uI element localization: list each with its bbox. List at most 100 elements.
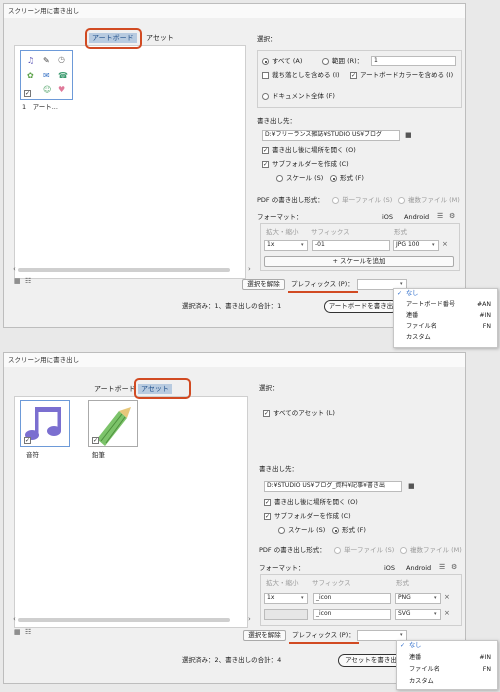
select-all-label: すべて (A) [272, 57, 303, 65]
export-path-field[interactable]: D:¥フリーランス雑誌¥STUDIO US¥ブログ [262, 130, 400, 141]
pdf-single-radio[interactable] [332, 197, 339, 204]
highlight-artboard-tab [85, 28, 142, 49]
tab-artboards[interactable]: アートボード [91, 384, 139, 394]
scale-radio[interactable] [276, 175, 283, 182]
dialog-title: スクリーン用に書き出し [4, 353, 465, 367]
export-assets-button[interactable]: アセットを書き出 [338, 654, 404, 667]
folder-icon[interactable]: ■ [405, 131, 412, 139]
subfolders-checkbox[interactable] [262, 161, 269, 168]
horizontal-scrollbar[interactable] [18, 618, 230, 622]
whole-document-label: ドキュメント全体 (F) [272, 92, 335, 100]
pdf-multiple-radio[interactable] [398, 197, 405, 204]
suffix-input[interactable]: -01 [312, 240, 390, 251]
add-scale-label: スケールを追加 [340, 257, 386, 265]
suffix-input[interactable]: _icon [313, 609, 391, 620]
pdf-single-radio[interactable] [334, 547, 341, 554]
list-settings-icon[interactable]: ☰ [439, 563, 445, 571]
asset-checkbox[interactable] [24, 437, 31, 444]
export-artboards-button[interactable]: アートボードを書き出 [324, 300, 398, 313]
clear-selection-button[interactable]: 選択を解除 [242, 279, 285, 290]
format-radio[interactable] [332, 527, 339, 534]
col-scale: 拡大・縮小 [266, 228, 299, 236]
export-dialog-assets: スクリーン用に書き出し アートボード アセット 音符 鉛筆 ‹ › ▦ ☷ 選択… [3, 352, 466, 684]
menu-item-sequential[interactable]: 連番 #IN [397, 653, 497, 663]
list-settings-icon[interactable]: ☰ [437, 212, 443, 220]
tab-assets[interactable]: アセット [143, 33, 177, 43]
artboard-thumbnail[interactable]: ♫ ✎ ◷ ✿ ✉ ☎ ☺ ♥ [20, 50, 73, 100]
artboard-label: 1 アート... [22, 103, 58, 111]
artboard-checkbox[interactable] [24, 90, 31, 97]
export-dialog-artboards: スクリーン用に書き出し アートボード アセット ♫ ✎ ◷ ✿ ✉ ☎ ☺ ♥ … [3, 3, 466, 328]
menu-item-filename[interactable]: ファイル名 FN [394, 322, 497, 332]
asset-checkbox[interactable] [92, 437, 99, 444]
subfolders-label: サブフォルダーを作成 (C) [272, 160, 349, 168]
open-location-label: 書き出し後に場所を開く (O) [274, 498, 358, 506]
scroll-left-icon[interactable]: ‹ [13, 265, 16, 273]
asset-thumbnail-note[interactable] [20, 400, 70, 447]
whole-document-radio[interactable] [262, 93, 269, 100]
gear-icon[interactable]: ⚙ [449, 212, 455, 220]
checkmark-icon: ✓ [397, 290, 403, 297]
suffix-input[interactable]: _icon [313, 593, 391, 604]
menu-item-custom[interactable]: カスタム [394, 333, 497, 343]
menu-item-none[interactable]: ✓ なし [397, 641, 497, 651]
export-path-field[interactable]: D:¥STUDIO US¥ブログ_資料¥記事¥書き出 [264, 481, 402, 492]
list-view-icon[interactable]: ☷ [25, 277, 31, 285]
menu-item-none[interactable]: ✓ なし [394, 289, 497, 299]
status-text: 選択済み：2、書き出しの合計：4 [182, 656, 282, 664]
menu-item-sequential[interactable]: 連番 #IN [394, 311, 497, 321]
chevron-down-icon: ▾ [434, 595, 437, 601]
open-location-checkbox[interactable] [264, 499, 271, 506]
clear-selection-button[interactable]: 選択を解除 [243, 630, 286, 641]
folder-icon[interactable]: ■ [408, 482, 415, 490]
asset-label-note: 音符 [26, 451, 39, 459]
menu-item-filename[interactable]: ファイル名 FN [397, 665, 497, 675]
menu-item-artboard-number[interactable]: アートボード番号 #AN [394, 300, 497, 310]
android-preset[interactable]: Android [406, 564, 431, 572]
pdf-multiple-radio[interactable] [400, 547, 407, 554]
asset-thumbnail-pencil[interactable] [88, 400, 138, 447]
col-scale: 拡大・縮小 [266, 579, 299, 587]
artboard-color-checkbox[interactable] [350, 72, 357, 79]
chevron-down-icon: ▾ [432, 242, 435, 248]
chevron-down-icon: ▾ [301, 242, 304, 248]
scroll-left-icon[interactable]: ‹ [13, 615, 16, 623]
mail-icon: ✉ [43, 71, 50, 80]
all-assets-label: すべてのアセット (L) [273, 409, 335, 417]
range-input[interactable]: 1 [371, 56, 456, 66]
phone-icon: ☎ [58, 71, 68, 80]
selection-heading: 選択： [257, 35, 277, 43]
scale-radio[interactable] [278, 527, 285, 534]
menu-item-custom[interactable]: カスタム [397, 677, 497, 687]
selection-heading: 選択： [259, 384, 279, 392]
add-scale-button[interactable]: + スケールを追加 [264, 256, 454, 267]
prefix-label: プレフィックス (P)： [291, 280, 354, 288]
grid-view-icon[interactable]: ▦ [14, 277, 21, 285]
subfolders-checkbox[interactable] [264, 513, 271, 520]
scroll-right-icon[interactable]: › [248, 265, 251, 273]
dialog-title: スクリーン用に書き出し [4, 4, 465, 18]
highlight-asset-tab [134, 378, 191, 399]
open-location-checkbox[interactable] [262, 147, 269, 154]
list-view-icon[interactable]: ☷ [25, 628, 31, 636]
select-all-radio[interactable] [262, 58, 269, 65]
all-assets-checkbox[interactable] [263, 410, 270, 417]
remove-scale-icon[interactable]: × [444, 609, 450, 617]
ios-preset[interactable]: iOS [382, 213, 393, 221]
ios-preset[interactable]: iOS [384, 564, 395, 572]
open-location-label: 書き出し後に場所を開く (O) [272, 146, 356, 154]
prefix-menu: ✓ なし 連番 #IN ファイル名 FN カスタム [396, 640, 498, 690]
bleed-checkbox[interactable] [262, 72, 269, 79]
scroll-right-icon[interactable]: › [248, 615, 251, 623]
horizontal-scrollbar[interactable] [18, 268, 230, 272]
scale-label: スケール (S) [286, 174, 324, 182]
remove-scale-icon[interactable]: × [444, 593, 450, 601]
format-radio[interactable] [330, 175, 337, 182]
remove-scale-icon[interactable]: × [442, 240, 448, 248]
android-preset[interactable]: Android [404, 213, 429, 221]
grid-view-icon[interactable]: ▦ [14, 628, 21, 636]
subfolders-label: サブフォルダーを作成 (C) [274, 512, 351, 520]
gear-icon[interactable]: ⚙ [451, 563, 457, 571]
range-radio[interactable] [322, 58, 329, 65]
checkmark-icon: ✓ [400, 642, 406, 649]
